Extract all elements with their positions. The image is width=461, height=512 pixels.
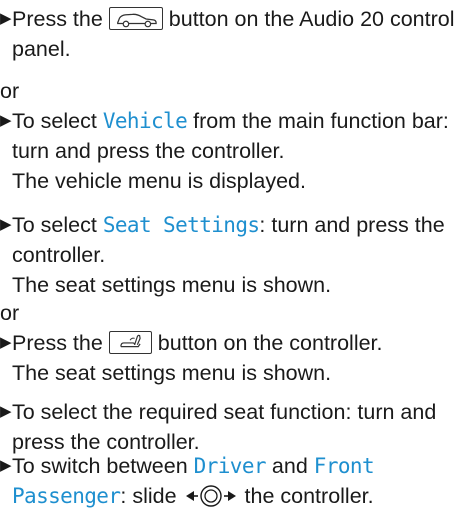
or-connector: or (0, 301, 20, 325)
step-text: To select the required seat function: tu… (12, 400, 437, 454)
step-result: The seat settings menu is shown. (12, 361, 332, 385)
step-select-seat-settings: ▶ To select Seat Settings: turn and pres… (0, 210, 461, 300)
step-text-post: button on the controller. (157, 331, 383, 355)
step-text-pre: Press the (12, 331, 103, 355)
menu-term-driver: Driver (193, 454, 267, 478)
bullet-icon: ▶ (0, 334, 12, 351)
car-icon (108, 7, 163, 30)
step-text-pre: Press the (12, 7, 103, 31)
step-select-vehicle: ▶ To select Vehicle from the main functi… (0, 106, 461, 196)
step-result: The vehicle menu is displayed. (12, 169, 306, 193)
bullet-icon: ▶ (0, 457, 12, 474)
step-select-seat-function: ▶ To select the required seat function: … (0, 397, 461, 457)
bullet-icon: ▶ (0, 403, 12, 420)
step-press-car-button: ▶ Press the button on the Audio 20 contr… (0, 4, 461, 64)
bullet-icon: ▶ (0, 216, 12, 233)
step-text-post: : slide (120, 484, 177, 508)
seat-icon (108, 331, 152, 354)
menu-term-vehicle: Vehicle (102, 109, 188, 133)
menu-term-seat-settings: Seat Settings (102, 213, 260, 237)
instruction-page: ▶ Press the button on the Audio 20 contr… (0, 0, 461, 512)
step-switch-driver-passenger: ▶ To switch between Driver and Front Pas… (0, 451, 461, 511)
step-text-pre: To switch between (12, 454, 188, 478)
step-result: The seat settings menu is shown. (12, 273, 332, 297)
step-text-pre: To select (12, 213, 97, 237)
bullet-icon: ▶ (0, 10, 12, 27)
slide-left-right-icon (183, 483, 239, 509)
step-text-pre: To select (12, 109, 97, 133)
step-press-seat-button: ▶ Press the button on the controller. Th… (0, 328, 461, 388)
bullet-icon: ▶ (0, 112, 12, 129)
step-text-post: the controller. (244, 484, 374, 508)
or-connector: or (0, 79, 20, 103)
step-text-mid: and (271, 454, 308, 478)
